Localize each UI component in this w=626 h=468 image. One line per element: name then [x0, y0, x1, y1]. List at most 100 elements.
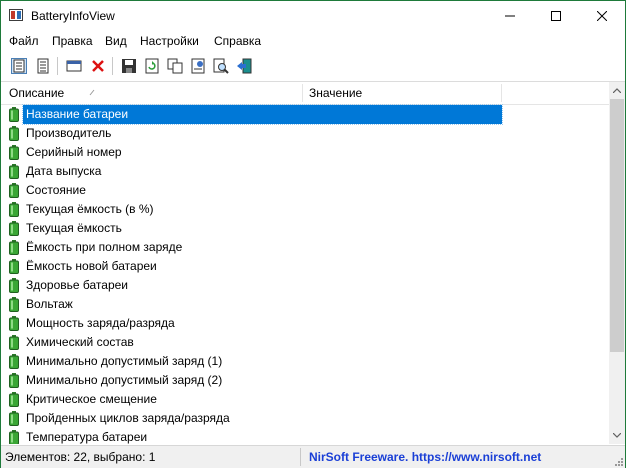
list-item-label: Мощность заряда/разряда: [26, 316, 175, 330]
scroll-down-button[interactable]: [609, 427, 625, 444]
exit-icon: [237, 58, 252, 74]
list-item[interactable]: Ёмкость новой батареи: [1, 257, 609, 276]
battery-info-mode-icon: [11, 58, 27, 74]
list-item[interactable]: Текущая ёмкость: [1, 219, 609, 238]
battery-icon: [9, 221, 19, 236]
toolbar: [1, 51, 625, 82]
list-item-label: Ёмкость при полном заряде: [26, 240, 183, 254]
list-item[interactable]: Вольтаж: [1, 295, 609, 314]
battery-icon: [9, 145, 19, 160]
column-divider[interactable]: [501, 84, 502, 102]
list-item[interactable]: Серийный номер: [1, 143, 609, 162]
scroll-thumb[interactable]: [610, 99, 624, 352]
battery-icon: [9, 373, 19, 388]
battery-properties-list[interactable]: Описание Значение Название батареи Произв…: [1, 82, 609, 444]
column-header-value[interactable]: Значение: [309, 82, 362, 104]
battery-icon: [9, 164, 19, 179]
menu-help[interactable]: Справка: [214, 34, 261, 48]
scroll-up-button[interactable]: [609, 82, 625, 99]
delete-icon: [92, 60, 104, 72]
html-report-icon: [191, 58, 205, 74]
list-item-label: Критическое смещение: [26, 392, 157, 406]
minimize-icon: [505, 15, 515, 17]
battery-icon: [9, 411, 19, 426]
battery-info-mode-button[interactable]: [9, 56, 29, 76]
list-item-label: Состояние: [26, 183, 86, 197]
list-item[interactable]: Текущая ёмкость (в %): [1, 200, 609, 219]
copy-button[interactable]: [165, 56, 185, 76]
list-item-label: Производитель: [26, 126, 112, 140]
list-item-label: Температура батареи: [26, 430, 148, 444]
list-item[interactable]: Производитель: [1, 124, 609, 143]
sort-indicator-icon: [89, 89, 95, 96]
find-button[interactable]: [211, 56, 231, 76]
app-window: BatteryInfoView Файл Правка Вид Настройк…: [0, 0, 626, 468]
list-item-label: Текущая ёмкость: [26, 221, 122, 235]
list-item-label: Название батареи: [22, 104, 503, 125]
toolbar-separator: [57, 57, 58, 75]
window-title: BatteryInfoView: [31, 9, 115, 23]
html-report-button[interactable]: [188, 56, 208, 76]
list-item[interactable]: Ёмкость при полном заряде: [1, 238, 609, 257]
list-item-label: Пройденных циклов заряда/разряда: [26, 411, 230, 425]
save-button[interactable]: [119, 56, 139, 76]
list-item[interactable]: Химический состав: [1, 333, 609, 352]
menu-bar: Файл Правка Вид Настройки Справка: [1, 31, 625, 51]
find-icon: [213, 58, 229, 74]
battery-log-mode-button[interactable]: [33, 56, 53, 76]
maximize-icon: [551, 11, 561, 21]
resize-grip-icon[interactable]: [613, 456, 623, 466]
battery-log-mode-icon: [37, 58, 49, 74]
list-item-label: Химический состав: [26, 335, 134, 349]
battery-icon: [9, 335, 19, 350]
list-item-label: Ёмкость новой батареи: [26, 259, 157, 273]
nirsoft-link[interactable]: NirSoft Freeware. https://www.nirsoft.ne…: [309, 450, 541, 464]
title-bar[interactable]: BatteryInfoView: [1, 1, 625, 31]
list-item[interactable]: Критическое смещение: [1, 390, 609, 409]
minimize-button[interactable]: [487, 1, 533, 31]
list-item[interactable]: Минимально допустимый заряд (1): [1, 352, 609, 371]
list-item[interactable]: Здоровье батареи: [1, 276, 609, 295]
list-item-label: Дата выпуска: [26, 164, 102, 178]
app-icon: [9, 9, 23, 21]
chevron-down-icon: [613, 433, 621, 438]
list-item[interactable]: Мощность заряда/разряда: [1, 314, 609, 333]
battery-icon: [9, 107, 19, 122]
menu-edit[interactable]: Правка: [52, 34, 93, 48]
properties-window-button[interactable]: [64, 56, 84, 76]
refresh-button[interactable]: [142, 56, 162, 76]
battery-icon: [9, 126, 19, 141]
close-button[interactable]: [579, 1, 625, 31]
battery-icon: [9, 202, 19, 217]
properties-window-icon: [66, 60, 82, 72]
vertical-scrollbar[interactable]: [609, 82, 625, 444]
status-separator: [300, 448, 301, 466]
exit-button[interactable]: [234, 56, 254, 76]
list-item[interactable]: Дата выпуска: [1, 162, 609, 181]
maximize-button[interactable]: [533, 1, 579, 31]
toolbar-separator: [112, 57, 113, 75]
battery-icon: [9, 240, 19, 255]
column-header-description-label: Описание: [9, 86, 65, 100]
close-icon: [597, 11, 607, 21]
list-item[interactable]: Пройденных циклов заряда/разряда: [1, 409, 609, 428]
column-header-description[interactable]: Описание: [9, 82, 64, 104]
list-item[interactable]: Температура батареи: [1, 428, 609, 444]
save-icon: [122, 59, 136, 73]
list-item[interactable]: Название батареи: [1, 104, 609, 125]
status-bar: Элементов: 22, выбрано: 1 NirSoft Freewa…: [1, 445, 625, 468]
list-header: Описание Значение: [1, 82, 609, 105]
menu-options[interactable]: Настройки: [140, 34, 199, 48]
list-item[interactable]: Состояние: [1, 181, 609, 200]
list-item[interactable]: Минимально допустимый заряд (2): [1, 371, 609, 390]
menu-view[interactable]: Вид: [105, 34, 127, 48]
menu-file[interactable]: Файл: [9, 34, 39, 48]
battery-icon: [9, 430, 19, 444]
battery-icon: [9, 354, 19, 369]
battery-icon: [9, 183, 19, 198]
column-divider[interactable]: [302, 84, 303, 102]
delete-button[interactable]: [88, 56, 108, 76]
battery-icon: [9, 278, 19, 293]
column-header-value-label: Значение: [309, 86, 363, 100]
battery-icon: [9, 392, 19, 407]
